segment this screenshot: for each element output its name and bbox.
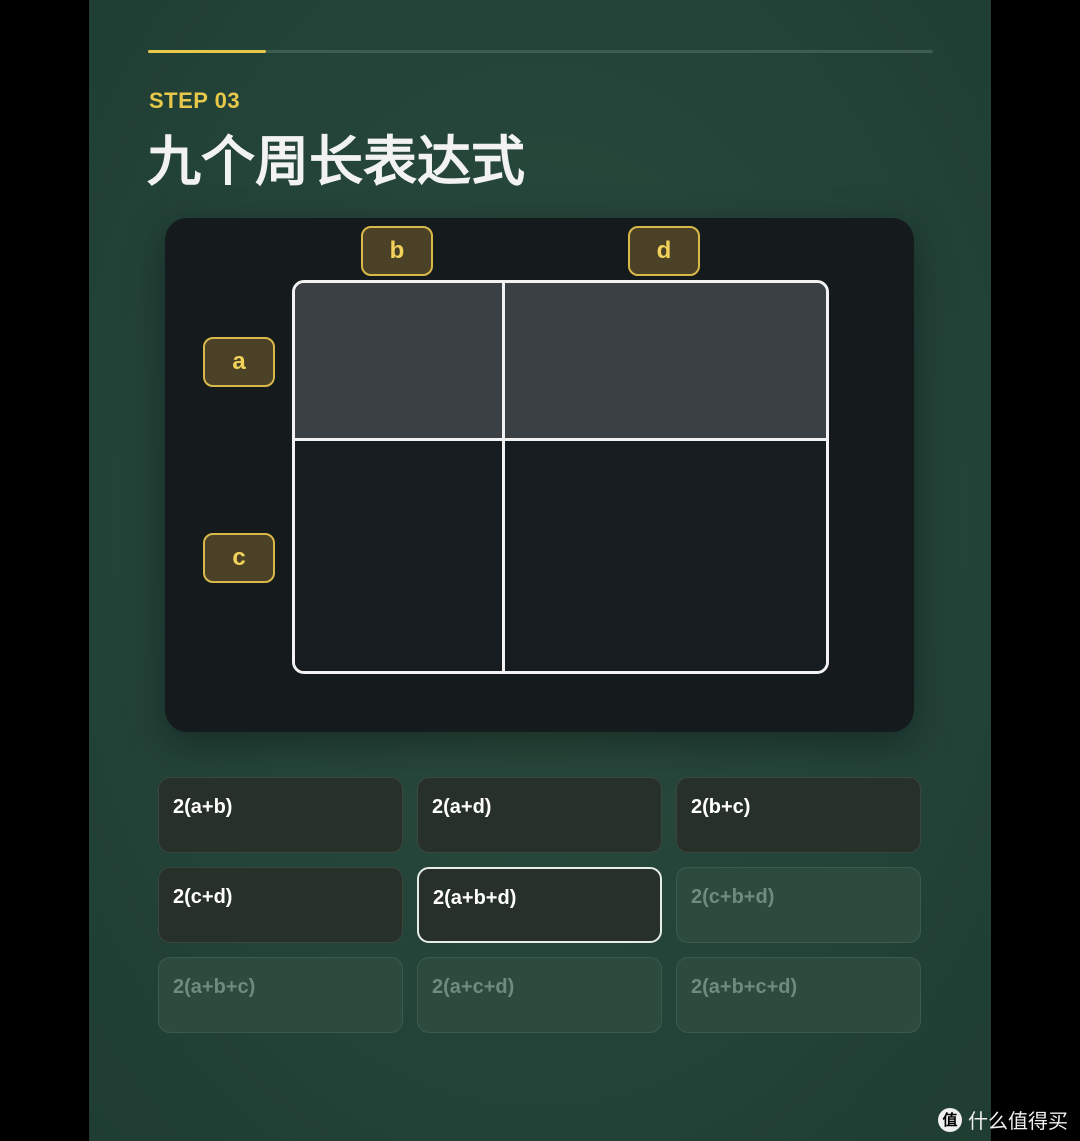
rectangle-diagram: b d a c: [165, 218, 914, 732]
page-title: 九个周长表达式: [147, 130, 525, 193]
label-b: b: [361, 226, 433, 276]
watermark-text: 什么值得买: [968, 1109, 1068, 1133]
expression-option[interactable]: 2(c+d): [158, 867, 403, 943]
progress-bar: [148, 50, 933, 53]
expression-option[interactable]: 2(a+c+d): [417, 957, 662, 1033]
cell-cb: [295, 441, 502, 671]
expression-option[interactable]: 2(c+b+d): [676, 867, 921, 943]
step-label: STEP 03: [149, 88, 241, 113]
label-a: a: [203, 337, 275, 387]
cell-ad: [505, 283, 826, 438]
label-c: c: [203, 533, 275, 583]
lesson-panel: STEP 03 九个周长表达式 b d a c 2(a+b) 2(a+d) 2(b+…: [89, 0, 991, 1141]
expression-option[interactable]: 2(a+d): [417, 777, 662, 853]
cell-cd: [505, 441, 826, 671]
progress-fill: [148, 50, 266, 53]
expression-option[interactable]: 2(a+b+d): [417, 867, 662, 943]
watermark: 值 什么值得买: [938, 1105, 1068, 1134]
expression-option[interactable]: 2(a+b+c+d): [676, 957, 921, 1033]
expression-option[interactable]: 2(b+c): [676, 777, 921, 853]
horizontal-divider: [295, 438, 826, 441]
watermark-logo-icon: 值: [938, 1107, 962, 1132]
label-d: d: [628, 226, 700, 276]
expression-option[interactable]: 2(a+b): [158, 777, 403, 853]
rectangle-grid: [292, 280, 829, 674]
expression-option[interactable]: 2(a+b+c): [158, 957, 403, 1033]
cell-ab: [295, 283, 502, 438]
vertical-divider: [502, 283, 505, 671]
